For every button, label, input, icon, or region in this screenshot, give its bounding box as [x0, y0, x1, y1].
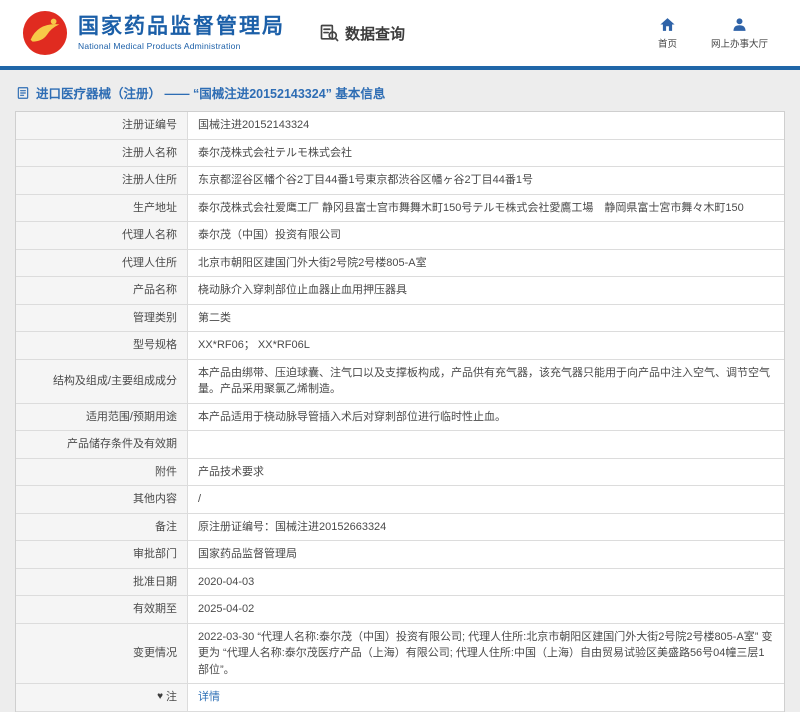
table-row: 适用范围/预期用途 本产品适用于桡动脉导管插入术后对穿刺部位进行临时性止血。: [16, 404, 784, 432]
table-row: 变更情况 2022-03-30 “代理人名称:泰尔茂（中国）投资有限公司; 代理…: [16, 624, 784, 685]
field-value: 本产品由绑带、压迫球囊、注气口以及支撑板构成，产品供有充气器，该充气器只能用于向…: [188, 360, 784, 403]
table-row: 产品储存条件及有效期: [16, 431, 784, 459]
field-label: 批准日期: [16, 569, 188, 596]
person-icon: [731, 16, 748, 33]
field-value: [188, 431, 784, 458]
table-row: 型号规格 XX*RF06； XX*RF06L: [16, 332, 784, 360]
field-label: 适用范围/预期用途: [16, 404, 188, 431]
field-label: 审批部门: [16, 541, 188, 568]
field-label: 注册证编号: [16, 112, 188, 139]
field-value: 桡动脉介入穿刺部位止血器止血用押压器具: [188, 277, 784, 304]
field-value: 泰尔茂株式会社テルモ株式会社: [188, 140, 784, 167]
field-label: 附件: [16, 459, 188, 486]
table-row: 产品名称 桡动脉介入穿刺部位止血器止血用押压器具: [16, 277, 784, 305]
registration-info-table: 注册证编号 国械注进20152143324 注册人名称 泰尔茂株式会社テルモ株式…: [15, 111, 785, 712]
table-row: 审批部门 国家药品监督管理局: [16, 541, 784, 569]
table-row: 其他内容 /: [16, 486, 784, 514]
breadcrumb: 进口医疗器械（注册） —— “国械注进20152143324” 基本信息: [0, 70, 800, 111]
top-nav: 首页 网上办事大厅: [658, 16, 778, 50]
field-label: 变更情况: [16, 624, 188, 684]
brand-title-cn: 国家药品监督管理局: [78, 15, 285, 39]
detail-link[interactable]: 详情: [188, 684, 784, 711]
table-row: 管理类别 第二类: [16, 305, 784, 333]
site-header: 国家药品监督管理局 National Medical Products Admi…: [0, 0, 800, 70]
home-icon: [659, 16, 676, 33]
field-value: 泰尔茂株式会社爱鹰工厂 静冈县富士宫市舞舞木町150号テルモ株式会社愛鷹工場 静…: [188, 195, 784, 222]
brand-title-en: National Medical Products Administration: [78, 41, 285, 51]
nmpa-emblem-icon: [22, 10, 68, 56]
field-value: XX*RF06； XX*RF06L: [188, 332, 784, 359]
table-row: 备注 原注册证编号：国械注进20152663324: [16, 514, 784, 542]
table-row: 结构及组成/主要组成成分 本产品由绑带、压迫球囊、注气口以及支撑板构成，产品供有…: [16, 360, 784, 404]
table-row: ♥注 详情: [16, 684, 784, 712]
page-title: 进口医疗器械（注册） —— “国械注进20152143324” 基本信息: [36, 83, 385, 102]
field-label: 代理人住所: [16, 250, 188, 277]
table-row: 附件 产品技术要求: [16, 459, 784, 487]
table-row: 批准日期 2020-04-03: [16, 569, 784, 597]
field-label-text: 注: [166, 689, 177, 706]
data-query-nav[interactable]: 数据查询: [319, 23, 405, 44]
field-label: 生产地址: [16, 195, 188, 222]
table-row: 注册人名称 泰尔茂株式会社テルモ株式会社: [16, 140, 784, 168]
document-icon: [16, 86, 30, 100]
nav-online-hall-label: 网上办事大厅: [711, 36, 768, 50]
table-row: 生产地址 泰尔茂株式会社爱鹰工厂 静冈县富士宫市舞舞木町150号テルモ株式会社愛…: [16, 195, 784, 223]
nav-home[interactable]: 首页: [658, 16, 677, 50]
field-value: 第二类: [188, 305, 784, 332]
field-value: 原注册证编号：国械注进20152663324: [188, 514, 784, 541]
field-label: 注册人住所: [16, 167, 188, 194]
table-row: 注册证编号 国械注进20152143324: [16, 112, 784, 140]
field-value: /: [188, 486, 784, 513]
field-value: 泰尔茂（中国）投资有限公司: [188, 222, 784, 249]
field-label: 管理类别: [16, 305, 188, 332]
data-query-label: 数据查询: [345, 23, 405, 44]
field-label: 有效期至: [16, 596, 188, 623]
field-value: 2022-03-30 “代理人名称:泰尔茂（中国）投资有限公司; 代理人住所:北…: [188, 624, 784, 684]
table-row: 注册人住所 东京都涩谷区幡个谷2丁目44番1号東京都渋谷区幡ヶ谷2丁目44番1号: [16, 167, 784, 195]
field-value: 2020-04-03: [188, 569, 784, 596]
field-label: 备注: [16, 514, 188, 541]
field-label: 型号规格: [16, 332, 188, 359]
data-query-icon: [319, 23, 339, 43]
field-label: 产品储存条件及有效期: [16, 431, 188, 458]
field-value: 产品技术要求: [188, 459, 784, 486]
note-icon: ♥: [157, 692, 163, 702]
brand-logo[interactable]: 国家药品监督管理局 National Medical Products Admi…: [22, 10, 285, 56]
nav-home-label: 首页: [658, 36, 677, 50]
field-value: 北京市朝阳区建国门外大街2号院2号楼805-A室: [188, 250, 784, 277]
field-label: 结构及组成/主要组成成分: [16, 360, 188, 403]
field-label: 注册人名称: [16, 140, 188, 167]
field-label: 其他内容: [16, 486, 188, 513]
field-label: ♥注: [16, 684, 188, 711]
field-value: 国家药品监督管理局: [188, 541, 784, 568]
field-value: 2025-04-02: [188, 596, 784, 623]
nav-online-hall[interactable]: 网上办事大厅: [711, 16, 768, 50]
field-value: 国械注进20152143324: [188, 112, 784, 139]
field-label: 代理人名称: [16, 222, 188, 249]
field-value: 本产品适用于桡动脉导管插入术后对穿刺部位进行临时性止血。: [188, 404, 784, 431]
table-row: 有效期至 2025-04-02: [16, 596, 784, 624]
table-row: 代理人名称 泰尔茂（中国）投资有限公司: [16, 222, 784, 250]
field-value: 东京都涩谷区幡个谷2丁目44番1号東京都渋谷区幡ヶ谷2丁目44番1号: [188, 167, 784, 194]
field-label: 产品名称: [16, 277, 188, 304]
table-row: 代理人住所 北京市朝阳区建国门外大街2号院2号楼805-A室: [16, 250, 784, 278]
